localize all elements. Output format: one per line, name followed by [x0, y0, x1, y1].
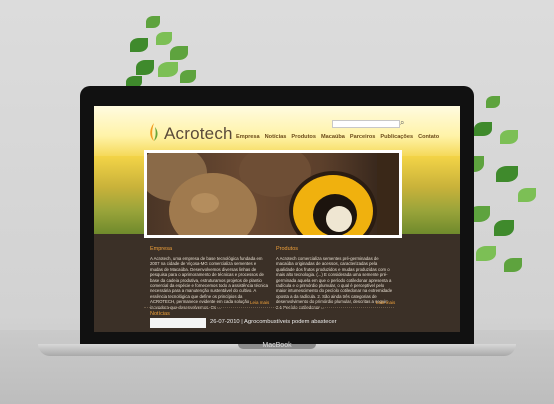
site-header: ⌕ Acrotech Empresa Notícias Produtos Mac…	[94, 106, 460, 156]
news-title: Notícias	[150, 311, 170, 317]
macauba-fruit-illustration	[147, 153, 399, 235]
section-title-empresa: Empresa	[150, 246, 173, 252]
content-section: Empresa A Acrotech, uma empresa de base …	[94, 240, 460, 332]
laptop-brand-label: MacBook	[262, 342, 292, 349]
hero-image	[147, 153, 399, 235]
logo-icon[interactable]	[148, 122, 160, 142]
laptop-screen: ⌕ Acrotech Empresa Notícias Produtos Mac…	[94, 106, 460, 332]
main-nav: Empresa Notícias Produtos Macaúba Parcei…	[236, 134, 439, 140]
nav-item-macauba[interactable]: Macaúba	[321, 134, 345, 140]
search-icon[interactable]: ⌕	[400, 119, 408, 127]
plant-left	[122, 16, 202, 92]
news-headline-link[interactable]: 26-07-2010 | Agrocombustíveis podem abas…	[210, 319, 337, 325]
hero-banner	[144, 150, 402, 238]
nav-item-empresa[interactable]: Empresa	[236, 134, 260, 140]
site-logo[interactable]: Acrotech	[164, 124, 233, 144]
read-more-link-produtos[interactable]: Leia mais	[376, 300, 395, 305]
news-thumbnail[interactable]	[150, 318, 206, 328]
nav-item-produtos[interactable]: Produtos	[291, 134, 316, 140]
read-more-link-empresa[interactable]: Leia mais	[250, 300, 269, 305]
section-title-produtos: Produtos	[276, 246, 299, 252]
nav-item-publicacoes[interactable]: Publicações	[380, 134, 413, 140]
nav-item-parceiros[interactable]: Parceiros	[350, 134, 376, 140]
nav-item-contato[interactable]: Contato	[418, 134, 439, 140]
nav-item-noticias[interactable]: Notícias	[265, 134, 287, 140]
section-divider	[144, 307, 394, 308]
search-input[interactable]	[332, 120, 400, 128]
